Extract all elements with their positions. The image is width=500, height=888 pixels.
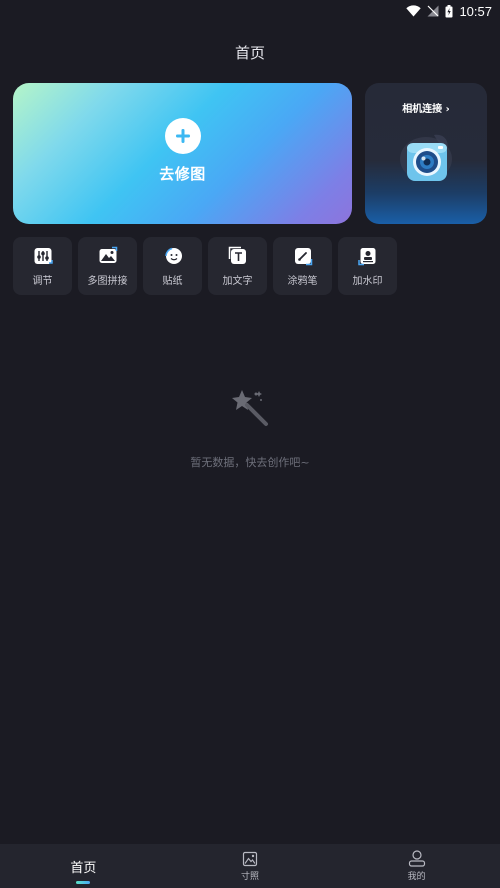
tools-row: 调节 多图拼接 贴纸 加文字 涂鸦笔 加水印 xyxy=(13,237,397,295)
battery-charging-icon xyxy=(445,4,453,17)
id-photo-icon xyxy=(242,851,258,866)
tool-label: 加水印 xyxy=(352,275,383,287)
chevron-right-icon: › xyxy=(445,104,450,115)
tool-label: 贴纸 xyxy=(162,275,183,287)
camera-connect-title: 相机连接 › xyxy=(402,104,450,115)
status-bar: 10:57 xyxy=(0,0,500,22)
tool-label: 调节 xyxy=(32,275,53,287)
watermark-icon xyxy=(357,247,375,265)
camera-connect-card[interactable]: 相机连接 › xyxy=(365,83,487,224)
tool-text[interactable]: 加文字 xyxy=(208,237,267,295)
text-icon xyxy=(228,246,246,264)
bottom-nav: 首页 寸照 我的 xyxy=(0,844,500,888)
magic-wand-icon xyxy=(232,390,268,426)
tool-label: 涂鸦笔 xyxy=(287,275,318,287)
tool-collage[interactable]: 多图拼接 xyxy=(78,237,137,295)
plus-icon xyxy=(164,117,201,154)
sticker-icon xyxy=(164,247,182,264)
tool-adjust[interactable]: 调节 xyxy=(13,237,72,295)
active-indicator xyxy=(76,881,91,884)
tool-label: 加文字 xyxy=(222,275,253,287)
image-collage-icon xyxy=(99,246,117,263)
no-signal-icon xyxy=(427,5,439,17)
camera-icon xyxy=(400,134,452,181)
tool-watermark[interactable]: 加水印 xyxy=(338,237,397,295)
brush-icon xyxy=(294,247,312,265)
nav-profile[interactable]: 我的 xyxy=(333,844,500,888)
nav-label: 首页 xyxy=(70,860,97,876)
nav-home[interactable]: 首页 xyxy=(0,844,167,888)
nav-label: 寸照 xyxy=(241,871,260,882)
wifi-icon xyxy=(406,5,422,17)
tool-sticker[interactable]: 贴纸 xyxy=(143,237,202,295)
profile-icon xyxy=(408,850,425,867)
adjust-sliders-icon xyxy=(34,247,53,264)
nav-label: 我的 xyxy=(407,872,426,882)
empty-state-text: 暂无数据，快去创作吧~ xyxy=(190,456,310,469)
tool-brush[interactable]: 涂鸦笔 xyxy=(273,237,332,295)
clock: 10:57 xyxy=(459,3,492,19)
nav-id-photo[interactable]: 寸照 xyxy=(167,844,334,888)
edit-photo-label: 去修图 xyxy=(159,164,206,183)
page-title: 首页 xyxy=(234,44,265,62)
edit-photo-card[interactable]: 去修图 xyxy=(13,83,352,224)
tool-label: 多图拼接 xyxy=(87,275,128,287)
